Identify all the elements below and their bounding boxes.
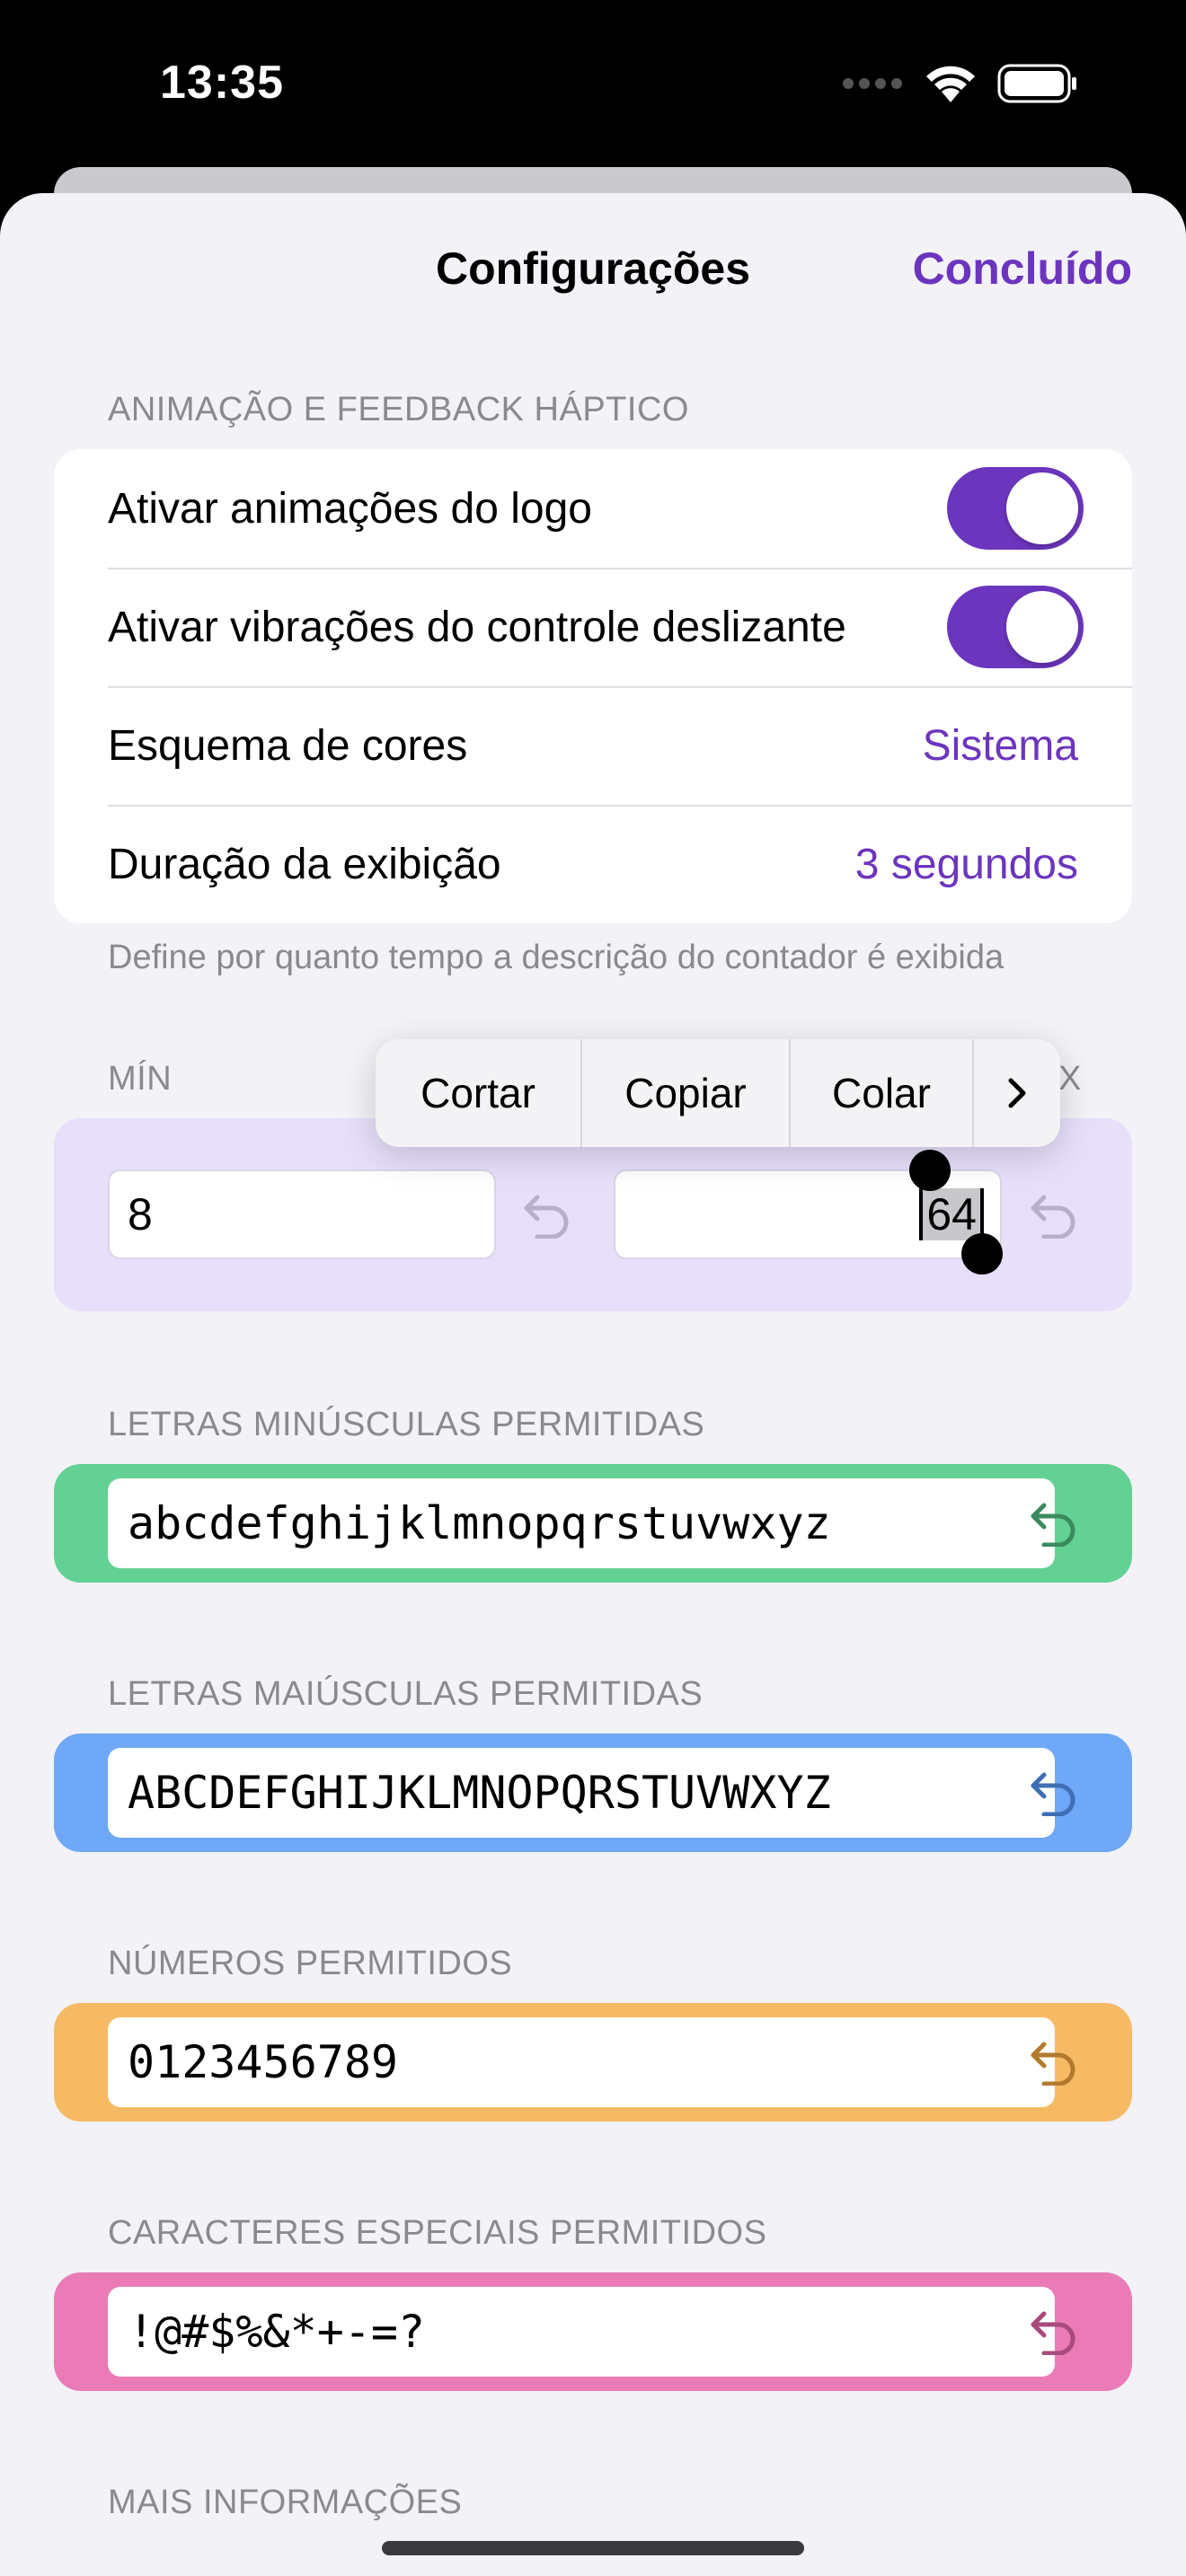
min-length-value: 8	[128, 1189, 153, 1239]
row-label: Ativar animações do logo	[108, 484, 592, 533]
animation-settings-group: Ativar animações do logo Ativar vibraçõe…	[54, 449, 1132, 923]
wifi-icon	[924, 63, 978, 109]
toggle-knob	[1006, 472, 1078, 544]
section-header-uppercase: LETRAS MAIÚSCULAS PERMITIDAS	[108, 1675, 704, 1713]
uppercase-input[interactable]: ABCDEFGHIJKLMNOPQRSTUVWXYZ	[108, 1748, 1055, 1838]
color-scheme-value[interactable]: Sistema	[923, 721, 1078, 771]
special-value: !@#$%&*+-=?	[128, 2306, 426, 2358]
numbers-input[interactable]: 0123456789	[108, 2017, 1055, 2107]
undo-icon[interactable]	[1028, 1500, 1078, 1547]
slider-haptics-row: Ativar vibrações do controle deslizante	[54, 568, 1132, 686]
paste-menu-item[interactable]: Colar	[791, 1039, 974, 1147]
battery-icon	[997, 64, 1078, 108]
settings-sheet: Configurações Concluído ANIMAÇÃO E FEEDB…	[0, 193, 1186, 2576]
section-header-numbers: NÚMEROS PERMITIDOS	[108, 1945, 513, 1982]
status-bar: 13:35	[0, 0, 1186, 180]
special-input[interactable]: !@#$%&*+-=?	[108, 2287, 1055, 2377]
section-header-more-info: MAIS INFORMAÇÕES	[108, 2483, 463, 2521]
more-menu-button[interactable]	[974, 1075, 1060, 1111]
lowercase-row: abcdefghijklmnopqrstuvwxyz	[54, 1464, 1132, 1583]
cellular-signal-icon	[841, 75, 904, 97]
length-range-row: 8 64	[54, 1118, 1132, 1311]
section-footer-animation: Define por quanto tempo a descrição do c…	[108, 939, 1005, 976]
chevron-right-icon	[1008, 1078, 1026, 1108]
edit-context-menu: Cortar Copiar Colar	[376, 1039, 1060, 1147]
selection-end-handle[interactable]	[961, 1233, 1003, 1275]
copy-menu-item[interactable]: Copiar	[582, 1039, 791, 1147]
undo-icon[interactable]	[1028, 1769, 1078, 1816]
selection-start-handle[interactable]	[909, 1150, 951, 1191]
section-header-special: CARACTERES ESPECIAIS PERMITIDOS	[108, 2214, 767, 2252]
numbers-value: 0123456789	[128, 2036, 399, 2088]
done-button[interactable]: Concluído	[913, 243, 1132, 295]
color-scheme-row[interactable]: Esquema de cores Sistema	[54, 686, 1132, 805]
logo-animations-row: Ativar animações do logo	[54, 449, 1132, 568]
status-icons	[841, 63, 1078, 109]
display-duration-value[interactable]: 3 segundos	[855, 840, 1078, 889]
undo-icon[interactable]	[1028, 2039, 1078, 2086]
special-row: !@#$%&*+-=?	[54, 2272, 1132, 2391]
undo-icon[interactable]	[1028, 1192, 1078, 1239]
row-label: Duração da exibição	[108, 840, 501, 888]
uppercase-value: ABCDEFGHIJKLMNOPQRSTUVWXYZ	[128, 1767, 831, 1819]
slider-haptics-toggle[interactable]	[947, 586, 1084, 668]
lowercase-value: abcdefghijklmnopqrstuvwxyz	[128, 1497, 831, 1549]
section-header-animation: ANIMAÇÃO E FEEDBACK HÁPTICO	[108, 391, 689, 428]
logo-animations-toggle[interactable]	[947, 467, 1084, 550]
status-time: 13:35	[160, 57, 284, 109]
row-label: Ativar vibrações do controle deslizante	[108, 603, 846, 651]
max-length-value-selected: 64	[919, 1188, 984, 1240]
uppercase-row: ABCDEFGHIJKLMNOPQRSTUVWXYZ	[54, 1734, 1132, 1852]
section-header-lowercase: LETRAS MINÚSCULAS PERMITIDAS	[108, 1406, 705, 1443]
toggle-knob	[1006, 591, 1078, 663]
numbers-row: 0123456789	[54, 2003, 1132, 2122]
undo-icon[interactable]	[1028, 2308, 1078, 2355]
home-indicator[interactable]	[382, 2541, 804, 2555]
lowercase-input[interactable]: abcdefghijklmnopqrstuvwxyz	[108, 1478, 1055, 1568]
min-header: MÍN	[108, 1060, 173, 1098]
min-length-input[interactable]: 8	[108, 1169, 496, 1259]
display-duration-row[interactable]: Duração da exibição 3 segundos	[54, 805, 1132, 923]
cut-menu-item[interactable]: Cortar	[376, 1039, 582, 1147]
undo-icon[interactable]	[521, 1192, 571, 1239]
row-label: Esquema de cores	[108, 721, 468, 770]
